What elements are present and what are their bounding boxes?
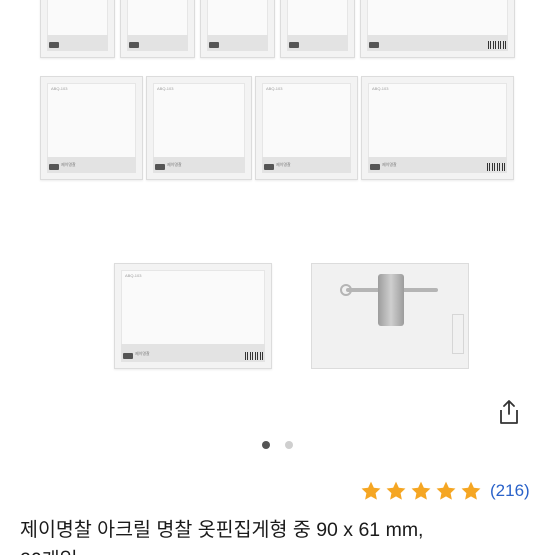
product-title-line2: 20개입 (20, 545, 540, 555)
product-title-line1: 제이명찰 아크릴 명찰 옷핀집게형 중 90 x 61 mm, (20, 519, 424, 541)
product-title: 제이명찰 아크릴 명찰 옷핀집게형 중 90 x 61 mm, 20개입 (20, 515, 540, 555)
